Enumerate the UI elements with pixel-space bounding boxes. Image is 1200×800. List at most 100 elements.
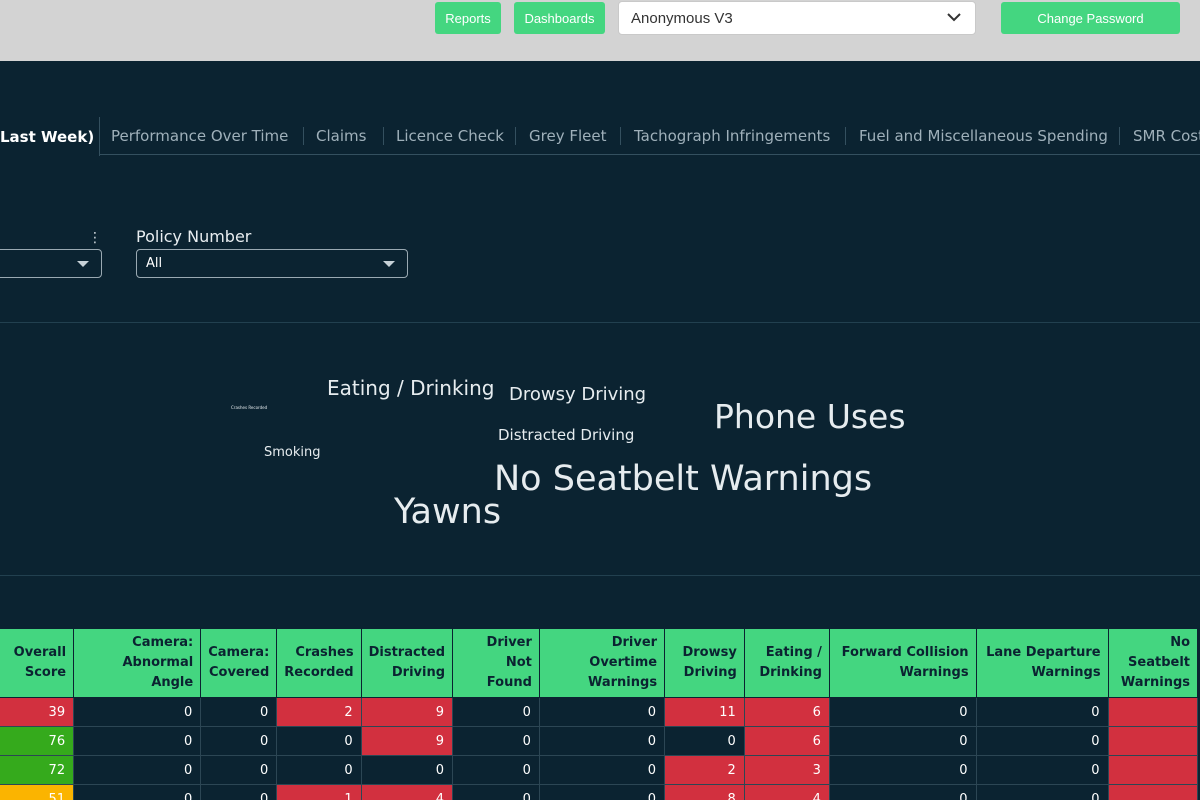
table-cell: 0 (73, 726, 202, 756)
table-cell: 4 (360, 784, 454, 800)
account-select[interactable]: Anonymous V3 (618, 1, 976, 35)
column-header-line: Score (24, 665, 67, 680)
table-cell: 0 (975, 784, 1109, 800)
table-cell: 0 (828, 726, 977, 756)
tab-bar: Last Week) Performance Over Time Claims … (0, 117, 1200, 156)
table-cell: 6 (743, 697, 830, 727)
account-select-value: Anonymous V3 (631, 9, 733, 27)
tab-licence-check[interactable]: Licence Check (396, 117, 504, 155)
table-cell (1107, 726, 1199, 756)
column-header[interactable]: Lane Departure Warnings (975, 628, 1109, 698)
column-header-line: Driver Not (486, 635, 532, 670)
table-cell: 0 (975, 755, 1109, 785)
table-cell: 3 (743, 755, 830, 785)
word-no-seatbelt-warnings[interactable]: No Seatbelt Warnings (494, 459, 872, 499)
column-header[interactable]: Crashes Recorded (276, 628, 362, 698)
table-cell: 0 (200, 726, 278, 756)
column-header-line: Lane Departure (986, 645, 1101, 660)
table-row[interactable]: 51 0 0 1 4 0 0 8 4 0 0 (0, 784, 1199, 800)
column-header[interactable]: Drowsy Driving (664, 628, 745, 698)
column-header-line: Camera: (132, 635, 194, 650)
caret-down-icon (77, 261, 89, 267)
column-header-line: Overall (13, 645, 67, 660)
column-header[interactable]: Driver Not Found (452, 628, 540, 698)
column-header-line: Camera: (208, 645, 270, 660)
tab-last-week[interactable]: Last Week) (0, 117, 100, 156)
word-drowsy-driving[interactable]: Drowsy Driving (509, 384, 646, 405)
table-row[interactable]: 76 0 0 0 9 0 0 0 6 0 0 (0, 726, 1199, 756)
tab-claims[interactable]: Claims (316, 117, 366, 155)
overall-score-cell: 39 (0, 697, 75, 727)
tab-divider (383, 127, 384, 145)
column-header-line: Driving (683, 665, 737, 680)
table-cell: 8 (664, 784, 745, 800)
column-header-line: Drinking (759, 665, 822, 680)
word-smoking[interactable]: Smoking (264, 445, 321, 460)
policy-number-label: Policy Number (136, 227, 252, 246)
overall-score-cell: 76 (0, 726, 75, 756)
column-header[interactable]: Distracted Driving (360, 628, 454, 698)
table-cell: 1 (276, 784, 362, 800)
column-header-line: No Seatbelt (1128, 635, 1190, 670)
column-header[interactable]: No Seatbelt Warnings (1107, 628, 1199, 698)
dashboards-button[interactable]: Dashboards (514, 2, 605, 34)
table-cell: 2 (276, 697, 362, 727)
table-cell: 0 (73, 697, 202, 727)
section-divider (0, 322, 1200, 323)
driver-events-table: Overall Score Camera: Abnormal Angle Camera:… (0, 628, 1199, 800)
table-cell: 0 (828, 697, 977, 727)
column-header[interactable]: Overall Score (0, 628, 75, 698)
word-eating-drinking[interactable]: Eating / Drinking (327, 376, 494, 400)
column-header[interactable]: Camera: Abnormal Angle (73, 628, 202, 698)
table-cell: 0 (73, 784, 202, 800)
policy-number-select[interactable]: All (136, 249, 408, 278)
table-cell: 0 (975, 726, 1109, 756)
table-row[interactable]: 39 0 0 2 9 0 0 11 6 0 0 (0, 697, 1199, 727)
table-cell: 2 (664, 755, 745, 785)
table-cell: 0 (538, 755, 666, 785)
table-cell: 6 (743, 726, 830, 756)
word-yawns[interactable]: Yawns (394, 492, 501, 532)
column-header-line: Found (486, 675, 532, 690)
column-header-line: Covered (208, 665, 270, 680)
table-cell: 11 (664, 697, 745, 727)
reports-button[interactable]: Reports (435, 2, 501, 34)
word-phone-uses[interactable]: Phone Uses (714, 397, 906, 436)
tab-tachograph-infringements[interactable]: Tachograph Infringements (634, 117, 830, 155)
filter-select[interactable] (0, 249, 102, 278)
column-header[interactable]: Eating / Drinking (743, 628, 830, 698)
table-cell: 0 (200, 755, 278, 785)
table-cell: 0 (538, 726, 666, 756)
column-header[interactable]: Camera: Covered (200, 628, 278, 698)
table-cell: 4 (743, 784, 830, 800)
tab-fuel-misc-spending[interactable]: Fuel and Miscellaneous Spending (859, 117, 1108, 155)
table-cell: 0 (73, 755, 202, 785)
tab-divider (845, 127, 846, 145)
column-header-line: Warnings (1031, 665, 1101, 680)
word-crashes-recorded[interactable]: Crashes Recorded (231, 405, 267, 410)
column-header-line: Driving (391, 665, 446, 680)
tab-smr-costs[interactable]: SMR Costs (1133, 117, 1200, 155)
chevron-down-icon (947, 13, 961, 22)
table-cell: 0 (828, 784, 977, 800)
more-options-icon[interactable]: ⋮ (88, 230, 102, 246)
tab-divider (515, 127, 516, 145)
column-header-line: Forward Collision (841, 645, 969, 660)
column-header[interactable]: Forward Collision Warnings (828, 628, 977, 698)
column-header-line: Distracted (368, 645, 446, 660)
table-cell (1107, 755, 1199, 785)
column-header-line: Abnormal Angle (122, 655, 194, 690)
tab-performance-over-time[interactable]: Performance Over Time (111, 117, 288, 155)
table-cell: 0 (828, 755, 977, 785)
table-cell: 0 (538, 784, 666, 800)
word-distracted-driving[interactable]: Distracted Driving (498, 426, 634, 444)
tab-grey-fleet[interactable]: Grey Fleet (529, 117, 606, 155)
column-header-line: Crashes (295, 645, 354, 660)
column-header[interactable]: Driver Overtime Warnings (538, 628, 666, 698)
column-header-line: Drowsy (682, 645, 737, 660)
table-cell: 0 (452, 755, 540, 785)
tab-divider (620, 127, 621, 145)
table-cell: 0 (452, 726, 540, 756)
change-password-button[interactable]: Change Password (1001, 2, 1180, 34)
table-row[interactable]: 72 0 0 0 0 0 0 2 3 0 0 (0, 755, 1199, 785)
